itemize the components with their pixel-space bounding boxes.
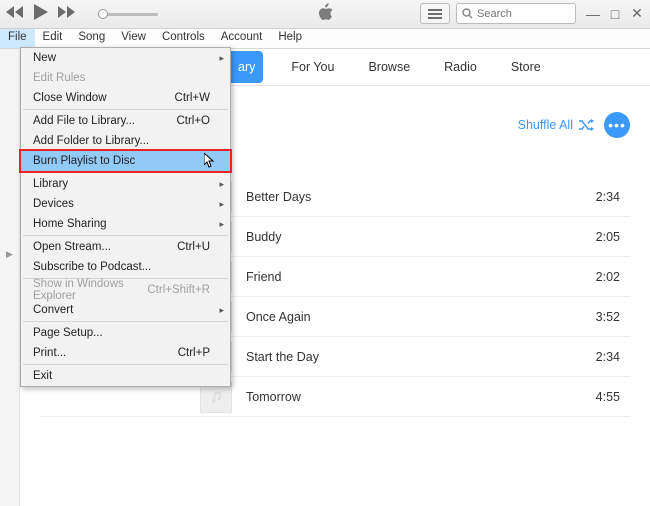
shuffle-all-button[interactable]: Shuffle All [518, 118, 594, 132]
menu-item-show-in-windows-explorer: Show in Windows ExplorerCtrl+Shift+R [21, 280, 230, 300]
track-duration: 3:52 [596, 310, 620, 324]
more-actions-button[interactable]: ••• [604, 112, 630, 138]
menu-song[interactable]: Song [70, 29, 113, 48]
menu-item-label: Add Folder to Library... [33, 135, 149, 147]
next-button[interactable] [58, 5, 76, 23]
submenu-arrow-icon: ▸ [219, 305, 224, 316]
minimize-button[interactable]: — [586, 7, 600, 21]
menu-item-label: Devices [33, 198, 74, 210]
submenu-arrow-icon: ▸ [219, 199, 224, 210]
menu-item-label: Subscribe to Podcast... [33, 261, 151, 273]
track-title: Better Days [246, 190, 596, 204]
titlebar: — □ ✕ [0, 0, 650, 29]
tab-store[interactable]: Store [505, 56, 547, 78]
menubar: File Edit Song View Controls Account Hel… [0, 29, 650, 49]
menu-item-label: Library [33, 178, 68, 190]
submenu-arrow-icon: ▸ [219, 179, 224, 190]
menu-item-label: Close Window [33, 92, 107, 104]
menu-item-open-stream[interactable]: Open Stream... Ctrl+U [21, 237, 230, 257]
menu-item-add-folder-to-library[interactable]: Add Folder to Library... [21, 131, 230, 151]
menu-item-library[interactable]: Library ▸ [21, 174, 230, 194]
track-duration: 2:34 [596, 190, 620, 204]
track-title: Once Again [246, 310, 596, 324]
menu-help[interactable]: Help [270, 29, 310, 48]
track-title: Start the Day [246, 350, 596, 364]
menu-item-exit[interactable]: Exit [21, 366, 230, 386]
search-box[interactable] [456, 3, 576, 24]
tab-browse[interactable]: Browse [362, 56, 416, 78]
prev-button[interactable] [6, 5, 24, 23]
track-duration: 4:55 [596, 390, 620, 404]
track-duration: 2:34 [596, 350, 620, 364]
menu-item-print[interactable]: Print... Ctrl+P [21, 343, 230, 363]
menu-item-burn-playlist-to-disc[interactable]: Burn Playlist to Disc [21, 151, 230, 171]
menu-item-label: Add File to Library... [33, 115, 135, 127]
cursor-icon [204, 153, 218, 172]
menu-item-label: Convert [33, 304, 73, 316]
menu-file[interactable]: File [0, 29, 35, 48]
menu-item-devices[interactable]: Devices ▸ [21, 194, 230, 214]
menu-controls[interactable]: Controls [154, 29, 213, 48]
menu-item-close-window[interactable]: Close Window Ctrl+W [21, 88, 230, 108]
track-title: Tomorrow [246, 390, 596, 404]
menu-item-add-file-to-library[interactable]: Add File to Library... Ctrl+O [21, 111, 230, 131]
volume-slider[interactable] [98, 13, 158, 16]
menu-item-label: Edit Rules [33, 72, 85, 84]
tab-library[interactable]: ary [230, 51, 263, 83]
submenu-arrow-icon: ▸ [219, 53, 224, 64]
menu-item-label: Open Stream... [33, 241, 111, 253]
menu-edit[interactable]: Edit [35, 29, 71, 48]
menu-item-label: New [33, 52, 56, 64]
menu-item-label: Burn Playlist to Disc [33, 155, 135, 167]
menu-item-label: Exit [33, 370, 52, 382]
expand-sidebar-icon[interactable]: ▶ [6, 249, 13, 260]
shuffle-icon [578, 119, 594, 131]
menu-account[interactable]: Account [213, 29, 271, 48]
menu-item-convert[interactable]: Convert ▸ [21, 300, 230, 320]
track-title: Buddy [246, 230, 596, 244]
play-button[interactable] [34, 4, 48, 25]
menu-item-shortcut: Ctrl+O [176, 115, 210, 127]
search-icon [462, 8, 473, 19]
menu-item-shortcut: Ctrl+P [178, 347, 210, 359]
track-duration: 2:02 [596, 270, 620, 284]
menu-item-shortcut: Ctrl+Shift+R [147, 284, 210, 296]
menu-item-label: Show in Windows Explorer [33, 278, 147, 302]
list-view-button[interactable] [420, 3, 450, 24]
tab-foryou[interactable]: For You [285, 56, 340, 78]
menu-item-label: Home Sharing [33, 218, 107, 230]
apple-logo-icon [316, 2, 334, 27]
menu-view[interactable]: View [113, 29, 154, 48]
tab-radio[interactable]: Radio [438, 56, 483, 78]
menu-item-shortcut: Ctrl+W [175, 92, 210, 104]
menu-item-label: Print... [33, 347, 66, 359]
sidebar-strip: ▶ [0, 49, 20, 506]
menu-item-label: Page Setup... [33, 327, 103, 339]
menu-item-shortcut: Ctrl+U [177, 241, 210, 253]
menu-item-new[interactable]: New ▸ [21, 48, 230, 68]
close-button[interactable]: ✕ [630, 7, 644, 21]
track-duration: 2:05 [596, 230, 620, 244]
file-menu-dropdown: New ▸ Edit Rules Close Window Ctrl+W Add File… [20, 47, 231, 387]
maximize-button[interactable]: □ [608, 7, 622, 21]
submenu-arrow-icon: ▸ [219, 219, 224, 230]
menu-item-subscribe-to-podcast[interactable]: Subscribe to Podcast... [21, 257, 230, 277]
menu-item-edit-rules: Edit Rules [21, 68, 230, 88]
track-title: Friend [246, 270, 596, 284]
menu-item-page-setup[interactable]: Page Setup... [21, 323, 230, 343]
menu-item-home-sharing[interactable]: Home Sharing ▸ [21, 214, 230, 234]
search-input[interactable] [477, 8, 567, 20]
